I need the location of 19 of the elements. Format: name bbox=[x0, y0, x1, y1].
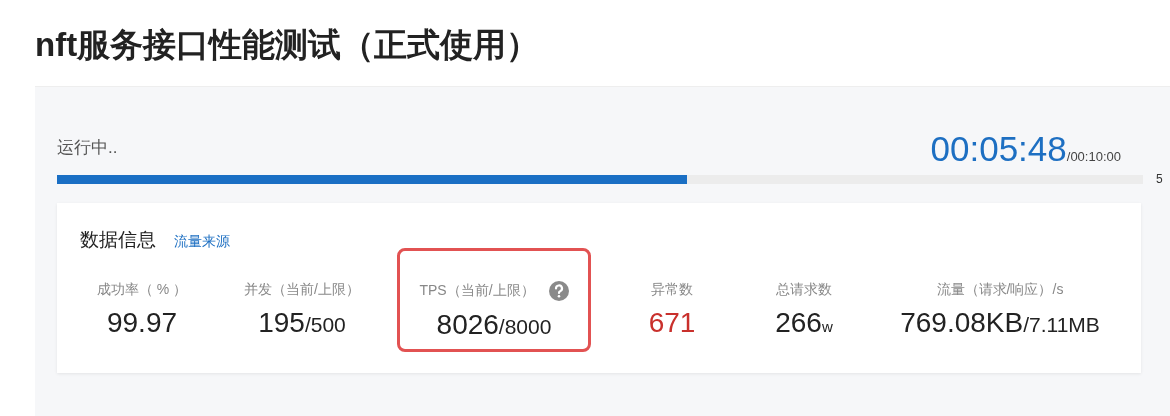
metric-label: 并发（当前/上限） bbox=[244, 281, 360, 299]
metric-label: 成功率（ % ） bbox=[96, 281, 188, 299]
metric-label: 总请求数 bbox=[776, 281, 832, 299]
metric-value: 195/500 bbox=[258, 307, 346, 339]
metric-label: 异常数 bbox=[651, 281, 693, 299]
metric-label: TPS（当前/上限） bbox=[419, 282, 535, 300]
section-heading: 数据信息 bbox=[80, 228, 156, 252]
elapsed-timer: 00:05:48/00:10:00 bbox=[930, 129, 1121, 169]
metric-value: 99.97 bbox=[106, 307, 178, 339]
metric-label: 流量（请求/响应）/s bbox=[936, 281, 1064, 299]
help-icon[interactable] bbox=[548, 281, 569, 301]
metric-value: 8026/8000 bbox=[436, 309, 552, 341]
metric-value: 266w bbox=[775, 307, 833, 339]
run-status: 运行中.. bbox=[57, 137, 118, 159]
metric-value: 671 bbox=[648, 307, 696, 339]
traffic-source-link[interactable]: 流量来源 bbox=[174, 233, 230, 251]
progress-percent: 5 bbox=[1156, 172, 1164, 186]
metric-value: 769.08KB/7.11MB bbox=[900, 307, 1100, 339]
page-title: nft服务接口性能测试（正式使用） bbox=[35, 25, 541, 65]
